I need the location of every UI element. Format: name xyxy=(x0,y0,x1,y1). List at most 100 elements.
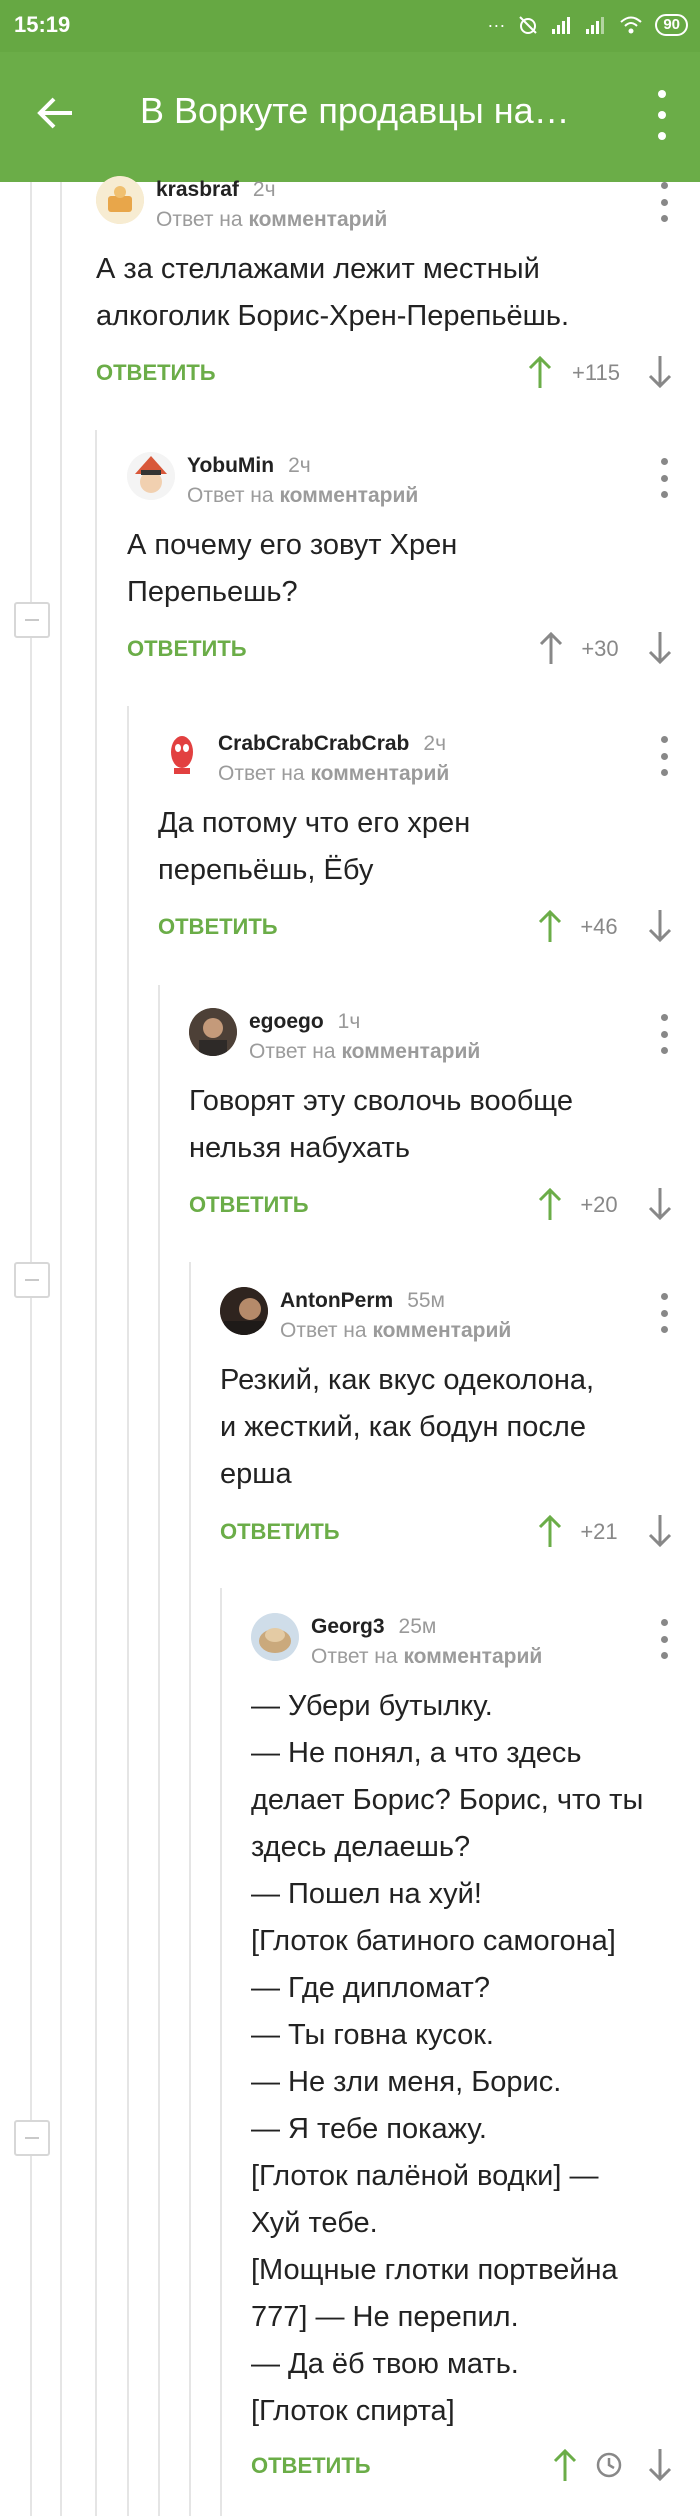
comment-time: 55м xyxy=(407,1289,445,1312)
reply-to: Ответ на комментарий xyxy=(280,1319,512,1342)
comment-author[interactable]: CrabCrabCrabCrab 2ч xyxy=(218,732,446,756)
comment: egoego 1ч Ответ на комментарий Говорят эт… xyxy=(189,1008,686,1228)
collapse-branch-button[interactable] xyxy=(14,602,50,638)
comment-actions: ОТВЕТИТЬ +21 xyxy=(220,1513,686,1549)
battery-icon: 90 xyxy=(655,14,688,36)
collapse-branch-button[interactable] xyxy=(14,1262,50,1298)
thread-line xyxy=(189,1262,191,2516)
reply-button[interactable]: ОТВЕТИТЬ xyxy=(158,914,278,940)
comment-actions: ОТВЕТИТЬ +20 xyxy=(189,1186,686,1222)
comment-menu-icon[interactable] xyxy=(656,182,672,222)
reply-to-link[interactable]: комментарий xyxy=(248,208,387,231)
downvote-arrow-icon[interactable] xyxy=(646,2447,674,2483)
comment-rating: +115 xyxy=(572,360,620,385)
upvote-arrow-icon[interactable] xyxy=(536,1186,564,1222)
reply-button[interactable]: ОТВЕТИТЬ xyxy=(96,360,216,386)
reply-to-link[interactable]: комментарий xyxy=(372,1319,511,1342)
comment-time: 2ч xyxy=(423,732,447,755)
comment-author[interactable]: krasbraf 2ч xyxy=(156,178,276,202)
comment-menu-icon[interactable] xyxy=(656,1619,672,1659)
alarm-off-icon xyxy=(519,16,538,34)
comment-rating: +20 xyxy=(580,1192,618,1217)
comment-menu-icon[interactable] xyxy=(656,458,672,498)
upvote-arrow-icon[interactable] xyxy=(526,354,554,390)
avatar[interactable] xyxy=(96,176,144,224)
comment-text: А за стеллажами лежит местный алкоголик … xyxy=(96,253,570,332)
upvote-arrow-icon[interactable] xyxy=(536,908,564,944)
status-time: 15:19 xyxy=(14,12,71,37)
downvote-arrow-icon[interactable] xyxy=(646,1186,674,1222)
reply-to: Ответ на комментарий xyxy=(218,762,450,785)
downvote-arrow-icon[interactable] xyxy=(646,354,674,390)
comment-time: 1ч xyxy=(337,1010,361,1033)
reply-button[interactable]: ОТВЕТИТЬ xyxy=(220,1519,340,1545)
thread-line xyxy=(158,985,160,2516)
comment-text: Да потому что его хрен перепьёшь, Ёбу xyxy=(158,807,471,886)
more-notifications-icon: ··· xyxy=(487,14,506,35)
comment-actions: ОТВЕТИТЬ xyxy=(251,2447,686,2483)
comment-text: Резкий, как вкус одеколона, и жесткий, к… xyxy=(220,1364,595,1490)
reply-to-link[interactable]: комментарий xyxy=(279,484,418,507)
comment: CrabCrabCrabCrab 2ч Ответ на комментарий … xyxy=(158,730,686,950)
avatar[interactable] xyxy=(127,452,175,500)
upvote-arrow-icon[interactable] xyxy=(537,630,565,666)
reply-button[interactable]: ОТВЕТИТЬ xyxy=(127,636,247,662)
comment: Georg3 25м Ответ на комментарий — Убери б… xyxy=(251,1613,686,2493)
downvote-arrow-icon[interactable] xyxy=(646,630,674,666)
avatar[interactable] xyxy=(158,730,206,778)
comment-actions: ОТВЕТИТЬ +30 xyxy=(127,630,686,666)
signal-icon xyxy=(552,17,571,34)
comment-text: Говорят эту сволочь вообще нельзя набуха… xyxy=(189,1085,573,1164)
comment-rating: +21 xyxy=(580,1519,618,1544)
reply-to: Ответ на комментарий xyxy=(187,484,419,507)
comment-author[interactable]: YobuMin 2ч xyxy=(187,454,311,478)
comment-text: А почему его зовут Хрен Перепьешь? xyxy=(127,529,458,608)
thread-line xyxy=(127,706,129,2516)
reply-button[interactable]: ОТВЕТИТЬ xyxy=(251,2453,371,2479)
comment: YobuMin 2ч Ответ на комментарий А почему … xyxy=(127,452,686,672)
comment-text: — Убери бутылку. — Не понял, а что здесь… xyxy=(251,1690,644,2427)
thread-line xyxy=(30,182,32,2516)
comment-menu-icon[interactable] xyxy=(656,736,672,776)
comment-time: 25м xyxy=(398,1615,437,1638)
wifi-icon xyxy=(620,16,642,34)
comment-time: 2ч xyxy=(288,454,311,477)
reply-to: Ответ на комментарий xyxy=(311,1645,543,1668)
comment: krasbraf 2ч Ответ на комментарий А за сте… xyxy=(96,176,686,396)
clock-icon xyxy=(596,2452,622,2478)
comment-time: 2ч xyxy=(252,178,276,201)
avatar[interactable] xyxy=(251,1613,299,1661)
downvote-arrow-icon[interactable] xyxy=(646,1513,674,1549)
comment-menu-icon[interactable] xyxy=(656,1293,672,1333)
comment-actions: ОТВЕТИТЬ +115 xyxy=(96,354,686,390)
reply-to: Ответ на комментарий xyxy=(156,208,388,231)
comment-author[interactable]: Georg3 25м xyxy=(311,1615,436,1639)
thread-line xyxy=(60,182,62,2516)
downvote-arrow-icon[interactable] xyxy=(646,908,674,944)
avatar[interactable] xyxy=(220,1287,268,1335)
comment-rating: +30 xyxy=(581,636,619,661)
thread-line xyxy=(220,1588,222,2516)
status-icons: ··· 90 xyxy=(487,10,688,40)
upvote-arrow-icon[interactable] xyxy=(536,1513,564,1549)
comment-author[interactable]: AntonPerm 55м xyxy=(280,1289,445,1313)
status-bar: 15:19 ··· 90 xyxy=(0,0,700,52)
comment-rating: +46 xyxy=(580,914,618,939)
comment-menu-icon[interactable] xyxy=(656,1014,672,1054)
reply-to-link[interactable]: комментарий xyxy=(310,762,449,785)
avatar[interactable] xyxy=(189,1008,237,1056)
reply-to-link[interactable]: комментарий xyxy=(403,1645,542,1668)
reply-button[interactable]: ОТВЕТИТЬ xyxy=(189,1192,309,1218)
overflow-menu-icon[interactable] xyxy=(654,90,670,140)
reply-to-link[interactable]: комментарий xyxy=(341,1040,480,1063)
page-title: В Воркуте продавцы на… xyxy=(140,90,570,131)
comment: AntonPerm 55м Ответ на комментарий Резкий… xyxy=(220,1287,686,1557)
comment-actions: ОТВЕТИТЬ +46 xyxy=(158,908,686,944)
thread-line xyxy=(95,430,97,2516)
collapse-branch-button[interactable] xyxy=(14,2120,50,2156)
signal-2-icon xyxy=(586,17,605,34)
upvote-arrow-icon[interactable] xyxy=(551,2447,579,2483)
comment-author[interactable]: egoego 1ч xyxy=(249,1010,360,1034)
app-bar: В Воркуте продавцы на… xyxy=(0,52,700,182)
back-arrow-icon[interactable] xyxy=(30,88,80,138)
